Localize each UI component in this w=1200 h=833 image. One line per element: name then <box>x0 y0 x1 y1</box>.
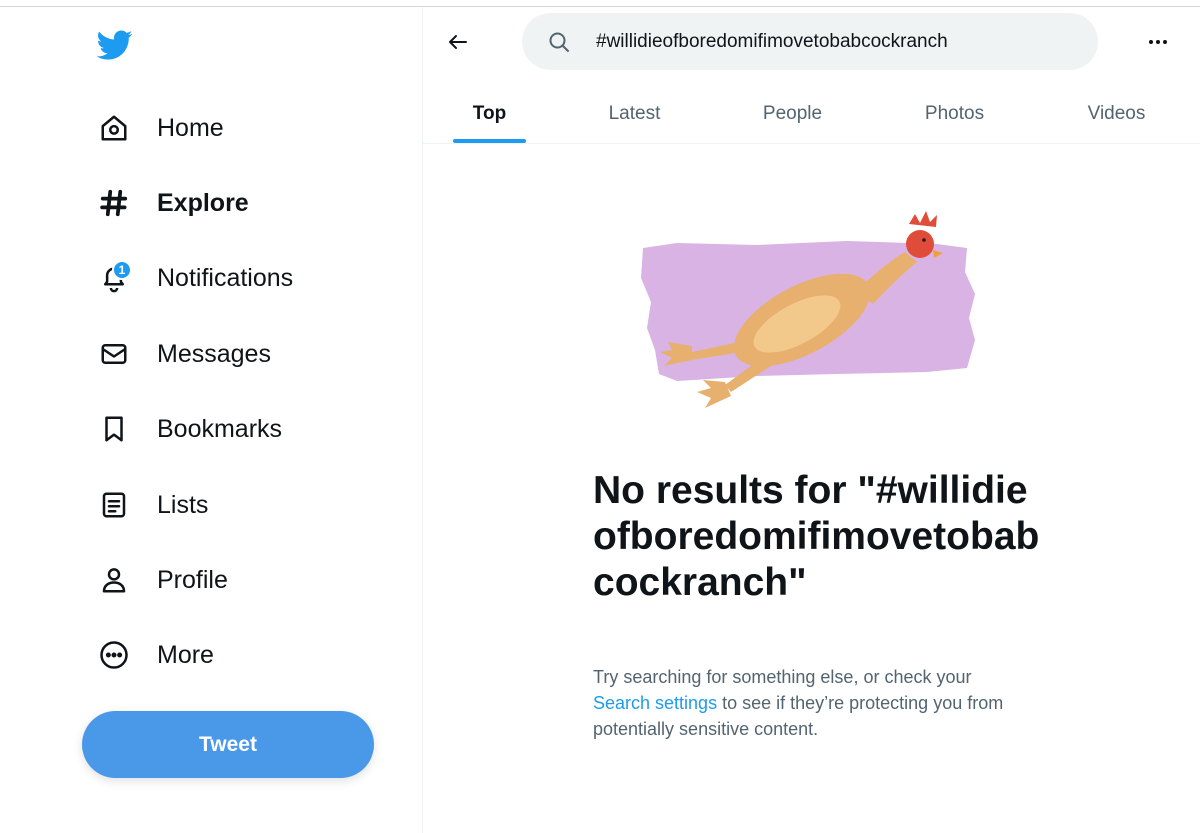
person-icon <box>94 560 134 600</box>
nav-item-profile[interactable]: Profile <box>94 555 228 605</box>
tab-photos[interactable]: Photos <box>893 84 1016 144</box>
tab-people[interactable]: People <box>731 84 854 144</box>
nav-item-bookmarks[interactable]: Bookmarks <box>94 404 282 454</box>
no-results-text-before: Try searching for something else, or che… <box>593 667 972 687</box>
nav-label-profile: Profile <box>157 565 228 594</box>
tab-top[interactable]: Top <box>443 84 536 144</box>
envelope-icon <box>94 334 134 374</box>
nav-label-messages: Messages <box>157 339 271 368</box>
nav-item-notifications[interactable]: 1 Notifications <box>94 253 293 303</box>
no-results-heading: No results for "#willidieofboredomifimov… <box>593 469 1040 604</box>
tab-videos[interactable]: Videos <box>1055 84 1178 144</box>
nav-label-home: Home <box>157 113 224 142</box>
notification-count-badge: 1 <box>112 260 132 280</box>
back-button[interactable] <box>438 22 478 62</box>
search-query-value[interactable]: #willidieofboredomifimovetobabcockranch <box>596 31 948 53</box>
search-icon <box>549 32 569 52</box>
more-options-button[interactable] <box>1140 24 1176 60</box>
bookmark-icon <box>94 409 134 449</box>
nav-label-bookmarks: Bookmarks <box>157 414 283 443</box>
nav-item-explore[interactable]: Explore <box>94 178 249 228</box>
hashtag-icon <box>94 183 134 223</box>
search-settings-link[interactable]: Search settings <box>593 693 717 713</box>
nav-label-explore: Explore <box>157 188 249 217</box>
nav-item-more[interactable]: More <box>94 630 214 680</box>
home-icon <box>94 108 134 148</box>
nav-label-more: More <box>157 640 214 669</box>
active-tab-indicator <box>453 139 526 143</box>
nav-item-messages[interactable]: Messages <box>94 329 271 379</box>
search-tabs: Top Latest People Photos Videos <box>423 84 1200 144</box>
nav-item-lists[interactable]: Lists <box>94 480 208 530</box>
sidebar-nav: Home Explore 1 Notifications Messages Bo… <box>0 7 422 833</box>
nav-item-home[interactable]: Home <box>94 103 224 153</box>
ellipsis-icon <box>1149 40 1167 44</box>
nav-label-lists: Lists <box>157 490 209 519</box>
arrow-left-icon <box>449 35 467 49</box>
no-results-message: Try searching for something else, or che… <box>593 664 1013 742</box>
list-icon <box>94 485 134 525</box>
bell-icon: 1 <box>94 258 134 298</box>
rubber-chicken-illustration <box>637 200 982 420</box>
more-circle-icon <box>94 635 134 675</box>
nav-label-notifications: Notifications <box>157 263 294 292</box>
tweet-button[interactable]: Tweet <box>82 711 374 778</box>
search-input[interactable]: #willidieofboredomifimovetobabcockranch <box>522 13 1098 70</box>
twitter-bird-icon[interactable] <box>95 27 135 63</box>
tab-latest[interactable]: Latest <box>573 84 696 144</box>
